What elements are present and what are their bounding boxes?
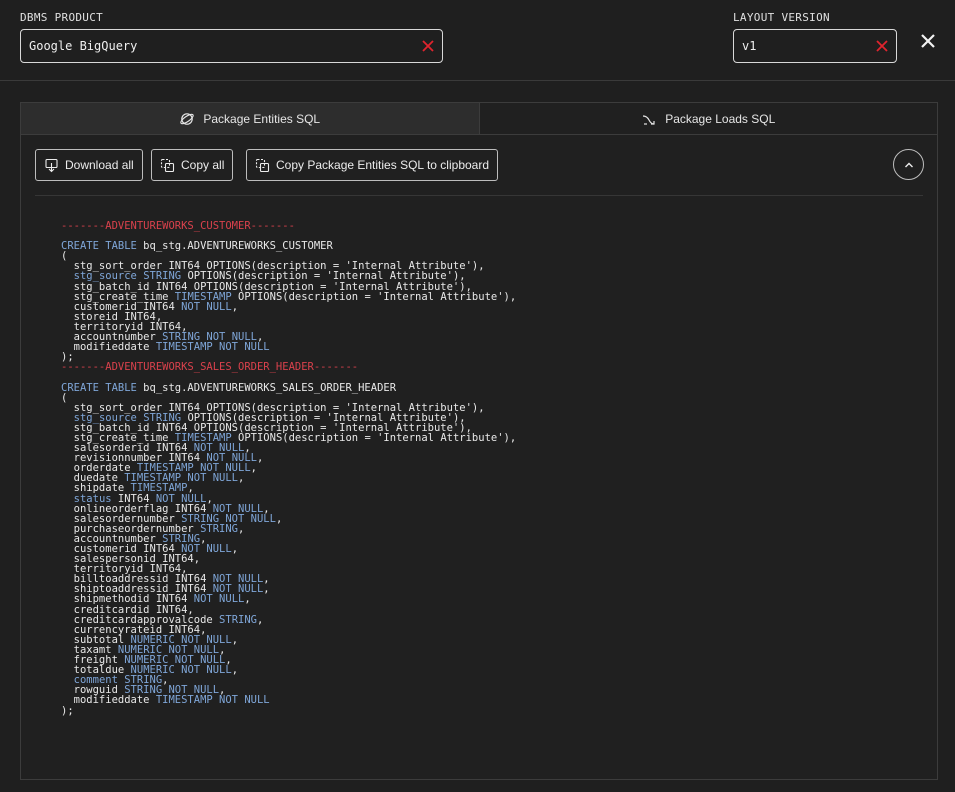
- dbms-product-input[interactable]: [21, 30, 442, 62]
- copy-to-clipboard-label: Copy Package Entities SQL to clipboard: [276, 158, 490, 172]
- download-all-button[interactable]: Download all: [35, 149, 143, 181]
- sql-comment: -------ADVENTUREWORKS_SALES_ORDER_HEADER…: [61, 361, 359, 374]
- sql-line: );: [61, 704, 921, 717]
- sql-text: bq_stg.ADVENTUREWORKS_SALES_ORDER_HEADER: [136, 381, 397, 394]
- sql-line: modifieddate TIMESTAMP NOT NULL: [61, 694, 921, 707]
- dbms-product-field[interactable]: [20, 29, 443, 63]
- sql-line: totaldue NUMERIC NOT NULL,: [61, 664, 921, 677]
- sql-text: ,: [256, 613, 264, 626]
- sql-line: -------ADVENTUREWORKS_SALES_ORDER_HEADER…: [61, 361, 921, 374]
- copy-all-label: Copy all: [181, 158, 225, 172]
- dbms-product-label: DBMS PRODUCT: [20, 11, 104, 24]
- sql-keyword: CREATE TABLE: [61, 381, 137, 394]
- sql-keyword: TIMESTAMP NOT NULL: [155, 341, 270, 354]
- sql-text: bq_stg.ADVENTUREWORKS_CUSTOMER: [136, 240, 333, 253]
- tab-bar: Package Entities SQL Package Loads SQL: [21, 103, 937, 135]
- copy-to-clipboard-button[interactable]: Copy Package Entities SQL to clipboard: [246, 149, 499, 181]
- sql-text: ,: [231, 664, 239, 677]
- layout-version-label: LAYOUT VERSION: [733, 11, 830, 24]
- tab-label: Package Loads SQL: [665, 111, 776, 126]
- layout-version-input[interactable]: [734, 30, 896, 62]
- sql-comment: -------ADVENTUREWORKS_CUSTOMER-------: [61, 220, 295, 232]
- sql-text: ,: [263, 583, 270, 596]
- sql-keyword: CREATE TABLE: [61, 240, 137, 253]
- sql-panel: Package Entities SQL Package Loads SQL D…: [20, 102, 938, 780]
- sql-keyword: STRING: [219, 613, 257, 626]
- sql-text: modifieddate: [61, 341, 156, 354]
- sql-keyword: TIMESTAMP NOT NULL: [155, 694, 270, 707]
- collapse-button[interactable]: [893, 149, 924, 180]
- chevron-up-icon: [904, 162, 913, 167]
- layout-version-field[interactable]: [733, 29, 897, 63]
- sql-line: customerid INT64 NOT NULL,: [61, 300, 921, 313]
- clear-layout-icon[interactable]: [874, 38, 890, 54]
- sql-code-block: -------ADVENTUREWORKS_CUSTOMER------- CRE…: [61, 221, 921, 716]
- sql-text: ,: [238, 522, 245, 535]
- sql-text: ,: [250, 462, 257, 475]
- sql-text: ,: [231, 543, 239, 555]
- sql-text: OPTIONS(description = 'Internal Attribut…: [231, 431, 517, 444]
- download-all-label: Download all: [65, 158, 134, 172]
- sql-text: );: [61, 704, 74, 717]
- entities-icon: [180, 112, 195, 125]
- sql-text: ,: [238, 472, 245, 485]
- loads-icon: [643, 114, 655, 125]
- sql-line: -------ADVENTUREWORKS_CUSTOMER-------: [61, 220, 921, 232]
- sql-line: CREATE TABLE bq_stg.ADVENTUREWORKS_SALES…: [61, 381, 921, 394]
- sql-text: OPTIONS(description = 'Internal Attribut…: [231, 290, 517, 303]
- sql-text: modifieddate: [61, 694, 156, 707]
- clear-dbms-icon[interactable]: [420, 38, 436, 54]
- header-divider: [0, 80, 955, 81]
- sql-text: ,: [275, 512, 283, 525]
- copy-all-button[interactable]: Copy all: [151, 149, 234, 181]
- close-icon[interactable]: [918, 31, 938, 51]
- sql-text: ,: [231, 633, 239, 646]
- download-icon: [45, 158, 58, 172]
- sql-text: ,: [256, 452, 264, 465]
- sql-line: salespersonid INT64,: [61, 554, 921, 565]
- sql-text: ,: [231, 300, 239, 313]
- sql-line: modifieddate TIMESTAMP NOT NULL: [61, 341, 921, 354]
- sql-line: CREATE TABLE bq_stg.ADVENTUREWORKS_CUSTO…: [61, 240, 921, 253]
- tab-label: Package Entities SQL: [203, 111, 321, 126]
- tab-package-loads-sql[interactable]: Package Loads SQL: [480, 103, 938, 134]
- copy-icon: [255, 158, 270, 172]
- toolbar-divider: [35, 195, 923, 196]
- tab-package-entities-sql[interactable]: Package Entities SQL: [21, 103, 480, 134]
- sql-text: ,: [244, 593, 251, 606]
- copy-icon: [160, 158, 175, 172]
- sql-line: storeid INT64,: [61, 312, 921, 323]
- sql-keyword: NOT NULL: [193, 593, 245, 606]
- sql-keyword: NOT NULL: [181, 300, 232, 313]
